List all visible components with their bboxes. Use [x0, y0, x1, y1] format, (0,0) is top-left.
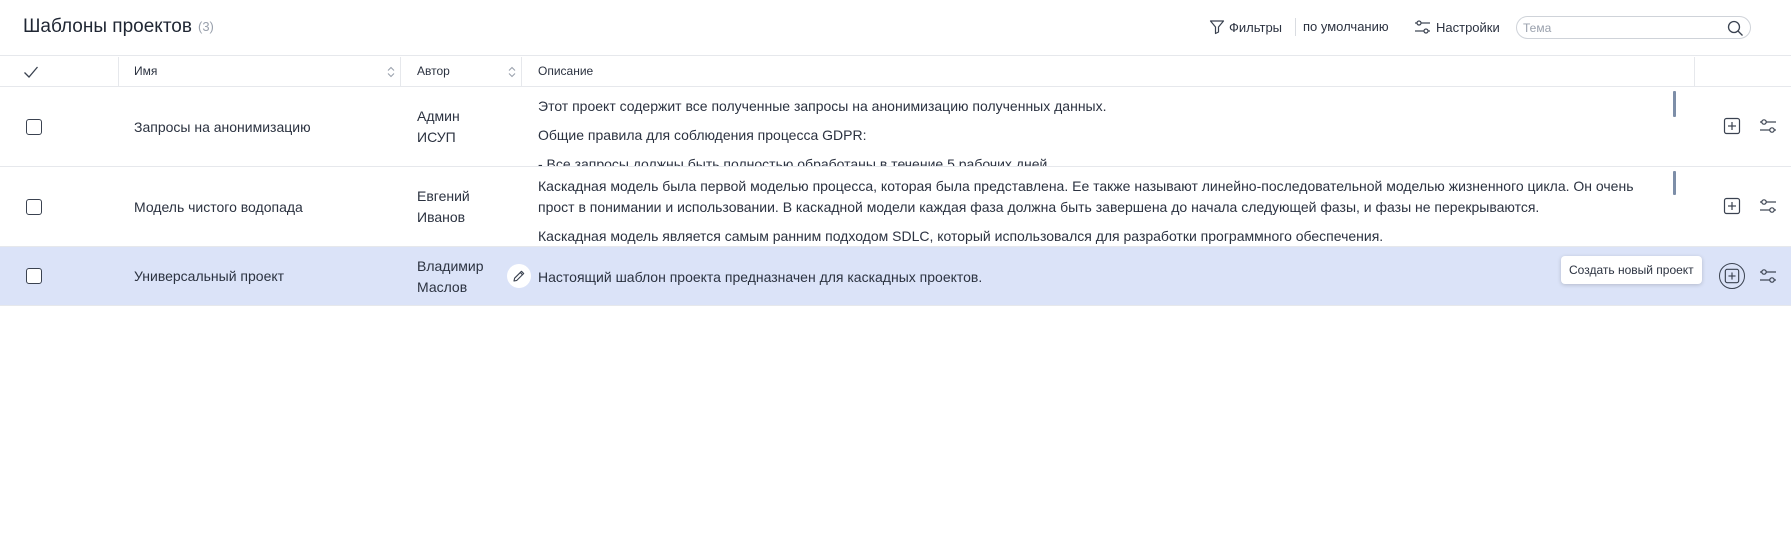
item-count: (3) [198, 19, 214, 34]
checkmark-icon[interactable] [23, 65, 39, 79]
sliders-icon [1415, 20, 1430, 34]
description-scrollbar[interactable] [1673, 171, 1676, 195]
page-title: Шаблоны проектов [23, 16, 192, 37]
search-box [1516, 16, 1751, 39]
description-paragraph: - Все запросы должны быть полностью обра… [538, 156, 1048, 166]
create-project-button[interactable] [1722, 196, 1742, 216]
template-description: Этот проект содержит все полученные запр… [538, 96, 1673, 166]
settings-label: Настройки [1436, 19, 1500, 35]
page-header: Шаблоны проектов (3) Фильтры по умолчани… [0, 0, 1791, 56]
table-header: Имя Автор Описание [0, 57, 1791, 87]
sliders-icon [1760, 269, 1776, 283]
template-author: Владимир Маслов [417, 258, 484, 295]
plus-square-icon [1723, 117, 1741, 135]
create-project-tooltip: Создать новый проект [1561, 256, 1702, 284]
sort-icon[interactable] [387, 66, 395, 78]
column-header-name[interactable]: Имя [134, 57, 157, 86]
column-separator [521, 57, 522, 86]
column-header-author[interactable]: Автор [417, 57, 450, 86]
description-paragraph: Настоящий шаблон проекта предназначен дл… [538, 269, 983, 285]
description-paragraph: Каскадная модель является самым ранним п… [538, 228, 1384, 244]
column-separator [118, 57, 119, 86]
sort-icon[interactable] [508, 66, 516, 78]
row-settings-button[interactable] [1757, 115, 1779, 137]
sliders-icon [1760, 199, 1776, 213]
row-checkbox[interactable] [26, 119, 42, 135]
edit-button[interactable] [507, 264, 531, 288]
filters-button[interactable]: Фильтры [1209, 19, 1282, 35]
row-checkbox[interactable] [26, 268, 42, 284]
select-all-column[interactable] [0, 57, 118, 86]
template-name[interactable]: Запросы на анонимизацию [134, 119, 311, 135]
table-row[interactable]: Модель чистого водопада Евгений Иванов К… [0, 167, 1791, 247]
description-paragraph: Каскадная модель была первой моделью про… [538, 178, 1634, 215]
description-paragraph: Общие правила для соблюдения процесса GD… [538, 127, 867, 143]
template-author: Евгений Иванов [417, 188, 470, 225]
template-name[interactable]: Модель чистого водопада [134, 199, 303, 215]
search-icon[interactable] [1727, 20, 1744, 37]
plus-square-icon [1724, 268, 1740, 284]
search-input[interactable] [1523, 19, 1723, 37]
row-settings-button[interactable] [1757, 265, 1779, 287]
filter-icon [1209, 20, 1225, 35]
column-header-description: Описание [538, 64, 594, 78]
settings-button[interactable]: Настройки [1414, 19, 1500, 35]
template-author: Админ ИСУП [417, 108, 460, 145]
table-row[interactable]: Универсальный проект Владимир Маслов Нас… [0, 247, 1791, 306]
row-settings-button[interactable] [1757, 195, 1779, 217]
create-project-button[interactable] [1719, 263, 1745, 289]
toolbar-divider [1295, 18, 1296, 36]
table-row[interactable]: Запросы на анонимизацию Админ ИСУП Этот … [0, 87, 1791, 167]
description-scrollbar[interactable] [1673, 91, 1676, 117]
filters-label: Фильтры [1229, 19, 1283, 35]
column-separator [1694, 57, 1695, 86]
description-paragraph: Этот проект содержит все полученные запр… [538, 98, 1107, 114]
sliders-icon [1760, 119, 1776, 133]
plus-square-icon [1723, 197, 1741, 215]
row-checkbox[interactable] [26, 199, 42, 215]
filter-preset-select[interactable]: по умолчанию [1303, 19, 1389, 34]
template-description: Каскадная модель была первой моделью про… [538, 176, 1673, 246]
template-name[interactable]: Универсальный проект [134, 268, 284, 284]
column-separator [400, 57, 401, 86]
create-project-button[interactable] [1722, 116, 1742, 136]
pencil-icon [513, 270, 525, 282]
template-description: Настоящий шаблон проекта предназначен дл… [538, 267, 1673, 291]
